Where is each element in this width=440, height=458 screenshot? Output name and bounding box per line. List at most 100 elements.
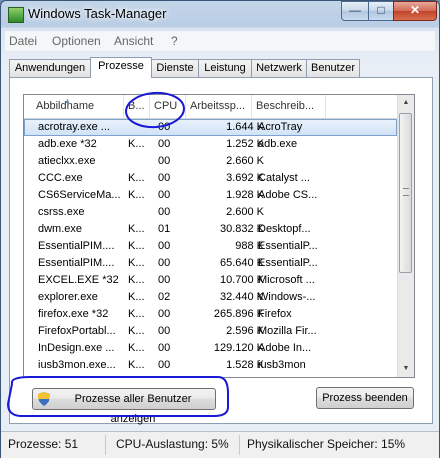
process-memory: 1.528 K xyxy=(226,359,264,371)
process-description: Adobe CS... xyxy=(258,189,318,201)
column-cpu[interactable]: CPU xyxy=(150,95,186,118)
process-name: EXCEL.EXE *32 xyxy=(38,274,119,286)
process-name: explorer.exe xyxy=(38,291,98,303)
minimize-button[interactable]: — xyxy=(341,1,369,21)
process-memory: 1.928 K xyxy=(226,189,264,201)
process-name: dwm.exe xyxy=(38,223,83,235)
menu-datei[interactable]: Datei xyxy=(9,34,37,48)
process-user xyxy=(128,153,148,170)
process-description: Mozilla Fir... xyxy=(258,325,317,337)
tab-netzwerk[interactable]: Netzwerk xyxy=(251,59,307,77)
status-cpu-usage: CPU-Auslastung: 5% xyxy=(116,437,229,451)
window-title: Windows Task-Manager xyxy=(28,6,167,21)
status-process-count: Prozesse: 51 xyxy=(8,437,79,451)
tab-anwendungen[interactable]: Anwendungen xyxy=(9,59,91,77)
process-user: K... xyxy=(128,291,145,303)
column-memory[interactable]: Arbeitssp... xyxy=(186,95,252,118)
maximize-button[interactable]: □ xyxy=(368,1,394,21)
process-row[interactable]: explorer.exe K... 02 32.440 K Windows-... xyxy=(24,289,397,306)
process-row[interactable]: dwm.exe K... 01 30.832 K Desktopf... xyxy=(24,221,397,238)
minimize-icon: — xyxy=(349,3,361,17)
process-memory: 3.692 K xyxy=(226,172,264,184)
tab-dienste[interactable]: Dienste xyxy=(151,59,199,77)
title-bar[interactable]: Windows Task-Manager — □ ✕ xyxy=(1,1,439,27)
process-memory: 2.600 K xyxy=(226,206,264,218)
process-user: K... xyxy=(128,240,145,252)
process-row[interactable]: acrotray.exe ... 00 1.644 K AcroTray xyxy=(24,119,397,136)
process-row[interactable]: firefox.exe *32 K... 00 265.896 K Firefox xyxy=(24,306,397,323)
close-button[interactable]: ✕ xyxy=(393,1,437,21)
maximize-icon: □ xyxy=(377,3,385,17)
vertical-scrollbar[interactable]: ▲ ▼ xyxy=(397,95,414,377)
process-user: K... xyxy=(128,359,145,371)
process-memory: 10.700 K xyxy=(219,274,264,286)
process-row[interactable]: csrss.exe 00 2.600 K xyxy=(24,204,397,221)
close-icon: ✕ xyxy=(409,3,421,17)
process-user: K... xyxy=(128,308,145,320)
tab-prozesse[interactable]: Prozesse xyxy=(90,57,152,78)
end-process-button[interactable]: Prozess beenden xyxy=(316,387,414,409)
process-row[interactable]: adb.exe *32 K... 00 1.252 Kadb.exe xyxy=(24,136,397,153)
menu-bar: Datei Optionen Ansicht ? xyxy=(5,31,435,51)
process-description: Adobe In... xyxy=(258,342,312,354)
tab-benutzer[interactable]: Benutzer xyxy=(306,59,360,77)
process-memory: 1.252 K xyxy=(226,138,264,150)
task-manager-icon xyxy=(8,7,24,23)
process-user: K... xyxy=(128,325,145,337)
process-memory: 2.596 K xyxy=(226,325,264,337)
process-row[interactable]: InDesign.exe ... K... 00 129.120 K Adobe In.… xyxy=(24,340,397,357)
tab-leistung[interactable]: Leistung xyxy=(198,59,252,77)
process-description: Microsoft ... xyxy=(258,274,315,286)
process-name: atieclxx.exe xyxy=(38,155,96,167)
process-description xyxy=(258,153,326,170)
column-header: ▲ Abbildname B... CPU Arbeitssp... Besch… xyxy=(24,95,397,119)
process-row[interactable]: iusb3mon.exe... K... 00 1.528 Kiusb3mon xyxy=(24,357,397,374)
menu-help[interactable]: ? xyxy=(171,34,178,48)
process-row[interactable]: CCC.exe K... 00 3.692 K Catalyst ... xyxy=(24,170,397,187)
process-row[interactable]: atieclxx.exe 00 2.660 K xyxy=(24,153,397,170)
process-user: K... xyxy=(128,223,145,235)
process-name: InDesign.exe ... xyxy=(38,342,115,354)
menu-optionen[interactable]: Optionen xyxy=(52,34,101,48)
process-description: EssentialP... xyxy=(258,257,318,269)
scroll-up-icon[interactable]: ▲ xyxy=(398,95,414,111)
process-description: Firefox xyxy=(258,308,292,320)
status-bar: Prozesse: 51 CPU-Auslastung: 5% Physikal… xyxy=(1,431,439,458)
process-description: Desktopf... xyxy=(258,223,311,235)
process-list[interactable]: ▲ Abbildname B... CPU Arbeitssp... Besch… xyxy=(23,94,415,378)
process-memory: 265.896 K xyxy=(213,308,264,320)
process-description: Windows-... xyxy=(258,291,316,303)
process-name: EssentialPIM.... xyxy=(38,257,115,269)
sort-ascending-icon: ▲ xyxy=(64,98,71,105)
show-all-users-button[interactable]: Prozesse aller Benutzer anzeigen xyxy=(32,388,216,425)
process-row[interactable]: EssentialPIM.... K... 00 65.640 K EssentialP… xyxy=(24,255,397,272)
process-memory: 30.832 K xyxy=(219,223,264,235)
process-memory: 65.640 K xyxy=(219,257,264,269)
process-user xyxy=(128,119,148,136)
column-image-name[interactable]: ▲ Abbildname xyxy=(24,95,124,118)
menu-ansicht[interactable]: Ansicht xyxy=(114,34,153,48)
process-memory: 988 K xyxy=(235,240,264,252)
process-name: CS6ServiceMa... xyxy=(38,189,121,201)
process-name: iusb3mon.exe... xyxy=(38,359,116,371)
process-row[interactable]: EssentialPIM.... K... 00 988 K EssentialP... xyxy=(24,238,397,255)
process-name: FirefoxPortabl... xyxy=(38,325,116,337)
scroll-thumb[interactable] xyxy=(399,113,412,273)
process-name: adb.exe *32 xyxy=(38,138,97,150)
process-description: Catalyst ... xyxy=(258,172,310,184)
process-description: EssentialP... xyxy=(258,240,318,252)
process-memory: 129.120 K xyxy=(213,342,264,354)
process-description xyxy=(258,204,326,221)
process-name: EssentialPIM.... xyxy=(38,240,115,252)
process-user: K... xyxy=(128,138,145,150)
scroll-down-icon[interactable]: ▼ xyxy=(398,361,414,377)
process-row[interactable]: FirefoxPortabl... K... 00 2.596 K Mozilla Fi… xyxy=(24,323,397,340)
process-row[interactable]: CS6ServiceMa... K... 00 1.928 K Adobe CS... xyxy=(24,187,397,204)
uac-shield-icon xyxy=(38,392,50,406)
process-row[interactable]: EXCEL.EXE *32 K... 00 10.700 K Microsoft ... xyxy=(24,272,397,289)
column-description[interactable]: Beschreib... xyxy=(252,95,326,118)
column-user[interactable]: B... xyxy=(124,95,150,118)
process-name: CCC.exe xyxy=(38,172,83,184)
process-description: adb.exe xyxy=(258,138,298,150)
process-memory: 32.440 K xyxy=(219,291,264,303)
